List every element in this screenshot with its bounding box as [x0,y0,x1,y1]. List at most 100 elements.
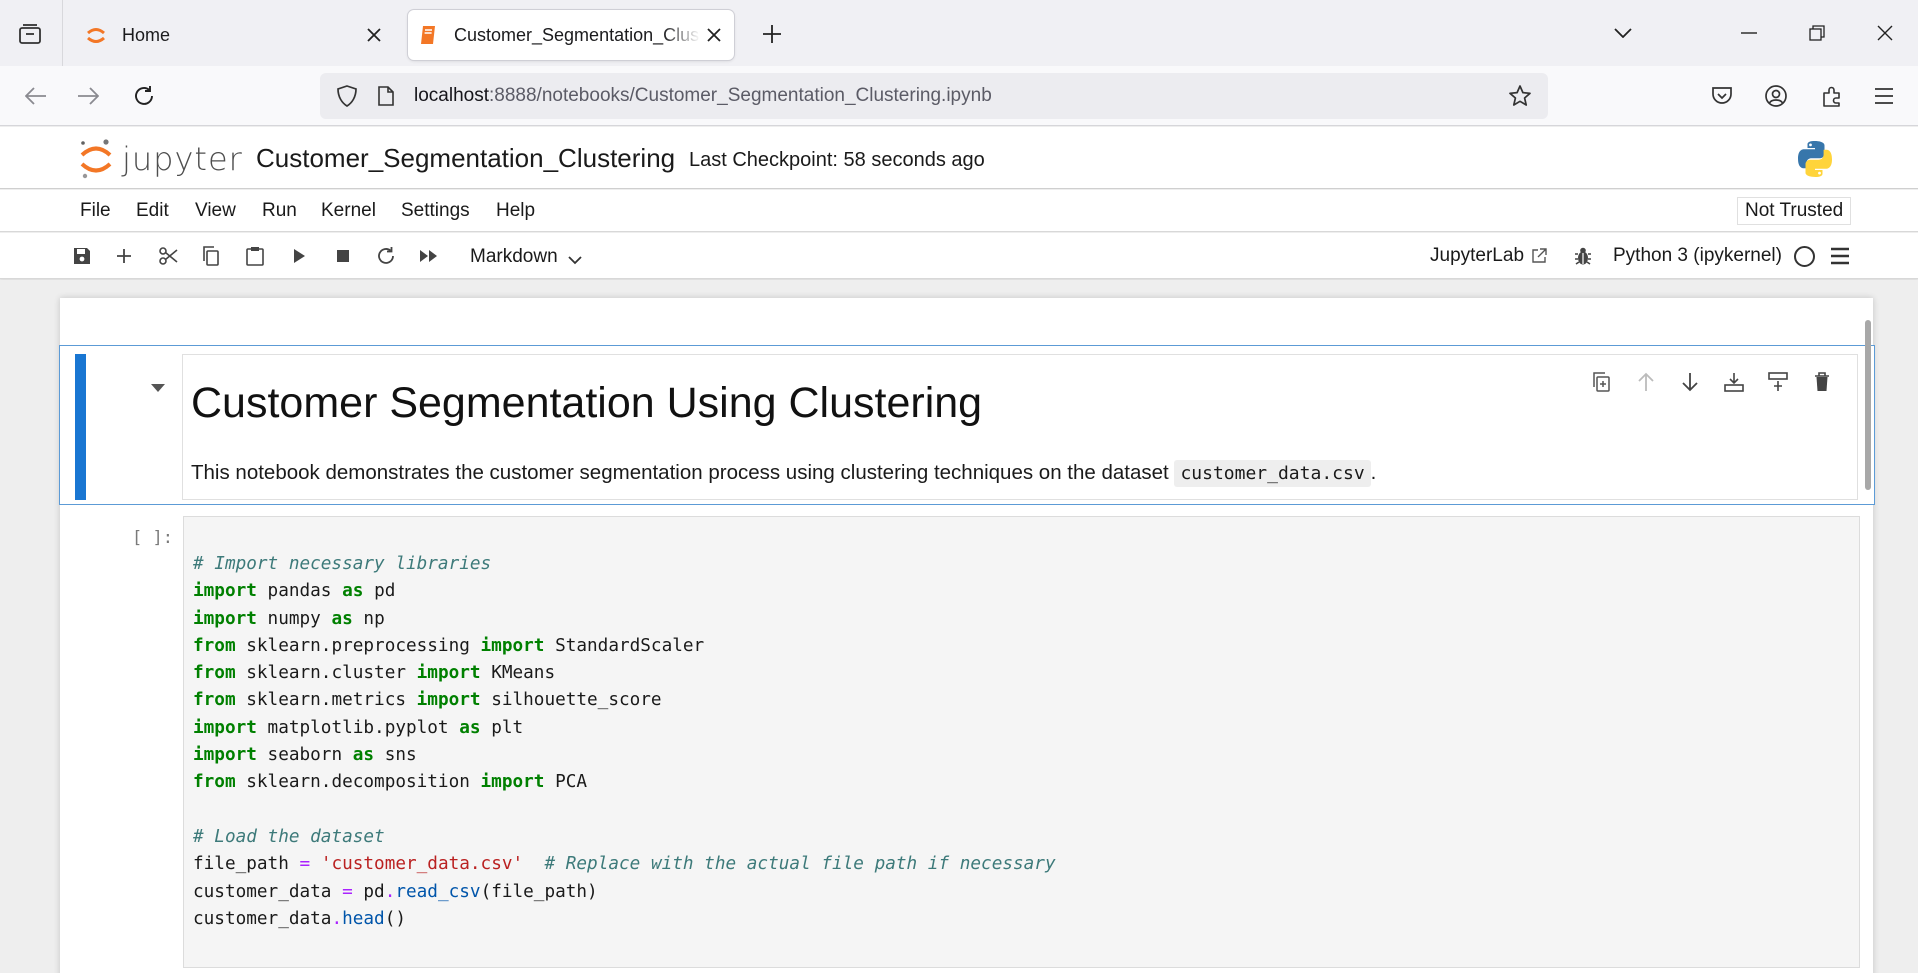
code-line: from sklearn.metrics import silhouette_s… [193,687,1056,714]
code-token: # Load the dataset [193,826,385,847]
menu-bar: File Edit View Run Kernel Settings Help … [0,190,1918,232]
markdown-rendered[interactable]: Customer Segmentation Using Clustering T… [182,354,1858,500]
tab-list-icon[interactable] [12,18,48,50]
code-token: PCA [544,772,588,793]
code-line: customer_data = pd.read_csv(file_path) [193,879,1056,906]
code-line: import numpy as np [193,606,1056,633]
code-token: import [480,772,545,793]
collapse-heading-icon[interactable] [150,380,166,398]
pocket-icon[interactable] [1704,78,1740,114]
forward-arrow-icon[interactable] [70,78,106,114]
code-token: sklearn.metrics [235,690,417,711]
code-token: pandas [256,581,343,602]
reload-icon[interactable] [126,78,162,114]
code-token: KMeans [480,663,556,684]
code-token: import [193,581,257,602]
code-line: # Load the dataset [193,824,1056,851]
close-tab-icon[interactable] [360,21,388,49]
menu-edit[interactable]: Edit [136,200,169,222]
code-token: sklearn.preprocessing [235,635,481,656]
tab-home[interactable]: Home [76,10,394,60]
tab-overflow-chevron-icon[interactable] [1600,14,1646,52]
code-token: import [416,663,481,684]
url-host: localhost [414,85,489,106]
bookmark-star-icon[interactable] [1504,80,1536,112]
code-token: numpy [256,608,332,629]
close-tab-icon[interactable] [700,21,728,49]
tracking-shield-icon[interactable] [334,83,360,109]
open-jupyterlab-link[interactable]: JupyterLab [1430,245,1548,267]
debugger-bug-icon[interactable] [1568,242,1598,270]
account-icon[interactable] [1758,78,1794,114]
code-text[interactable]: # Import necessary libraries import panda… [193,551,1056,933]
insert-above-icon[interactable] [1719,367,1749,397]
close-window-icon[interactable] [1862,14,1908,52]
back-arrow-icon[interactable] [18,78,54,114]
restart-run-all-icon[interactable] [414,242,444,270]
menu-view[interactable]: View [195,200,236,222]
markdown-cell[interactable]: Customer Segmentation Using Clustering T… [59,345,1875,505]
last-checkpoint: Last Checkpoint: 58 seconds ago [689,149,985,171]
tab-notebook-title: Customer_Segmentation_Clustering.ipynb [454,24,700,45]
code-token: () [384,908,407,929]
menu-kernel[interactable]: Kernel [321,200,376,222]
extensions-icon[interactable] [1814,78,1850,114]
trust-indicator[interactable]: Not Trusted [1737,197,1852,225]
menu-run[interactable]: Run [262,200,297,222]
code-token: np [352,608,385,629]
cut-icon[interactable] [153,242,183,270]
run-cell-icon[interactable] [284,242,314,270]
insert-below-icon[interactable] [1763,367,1793,397]
code-line: file_path = 'customer_data.csv' # Replac… [193,851,1056,878]
delete-cell-icon[interactable] [1807,367,1837,397]
code-line: from sklearn.decomposition import PCA [193,769,1056,796]
jupyter-logo[interactable]: jupyter [78,137,243,181]
url-text[interactable]: localhost:8888/notebooks/Customer_Segmen… [414,85,1504,107]
notebook-toolbar: Markdown JupyterLab Python 3 (ipykernel) [0,233,1918,279]
menu-settings[interactable]: Settings [401,200,470,222]
tab-separator [62,0,63,66]
notebook-area: Customer Segmentation Using Clustering T… [0,280,1918,973]
code-token: seaborn [256,745,353,766]
code-editor[interactable]: # Import necessary libraries import panda… [183,516,1860,968]
external-link-icon [1530,247,1548,265]
menu-help[interactable]: Help [496,200,535,222]
hamburger-menu-icon[interactable] [1866,78,1902,114]
insert-cell-icon[interactable] [109,242,139,270]
url-bar[interactable]: localhost:8888/notebooks/Customer_Segmen… [320,73,1548,119]
duplicate-cell-icon[interactable] [1587,367,1617,397]
active-cell-indicator[interactable] [75,354,86,500]
chevron-down-icon [568,249,582,271]
cell-type-dropdown[interactable]: Markdown [470,243,582,271]
save-icon[interactable] [67,242,97,270]
kernel-menu-icon[interactable] [1825,242,1855,270]
code-token: as [352,745,375,766]
paste-icon[interactable] [240,242,270,270]
copy-icon[interactable] [196,242,226,270]
notebook-favicon-icon [416,23,440,47]
kernel-idle-status-icon [1794,246,1815,267]
code-token: as [459,717,481,738]
browser-tab-strip: Home Customer_Segmentation_Clustering.ip… [0,0,1918,66]
browser-nav-bar: localhost:8888/notebooks/Customer_Segmen… [0,66,1918,126]
notebook-title[interactable]: Customer_Segmentation_Clustering [256,143,675,174]
code-token: as [331,608,353,629]
interrupt-kernel-icon[interactable] [328,242,358,270]
code-token: sklearn.cluster [235,663,417,684]
minimize-icon[interactable] [1726,14,1772,52]
kernel-name[interactable]: Python 3 (ipykernel) [1613,245,1782,267]
code-token: StandardScaler [544,635,705,656]
move-down-icon[interactable] [1675,367,1705,397]
new-tab-icon[interactable] [754,18,790,50]
restart-kernel-icon[interactable] [371,242,401,270]
code-token: silhouette_score [480,690,662,711]
restore-icon[interactable] [1794,14,1840,52]
scrollbar-thumb[interactable] [1865,320,1871,490]
page-info-icon[interactable] [374,84,398,108]
move-up-icon[interactable] [1631,367,1661,397]
code-line: import pandas as pd [193,578,1056,605]
tab-notebook[interactable]: Customer_Segmentation_Clustering.ipynb [408,10,734,60]
code-cell[interactable]: [ ]: # Import necessary libraries import … [60,516,1873,973]
menu-file[interactable]: File [80,200,111,222]
code-token: as [342,581,364,602]
